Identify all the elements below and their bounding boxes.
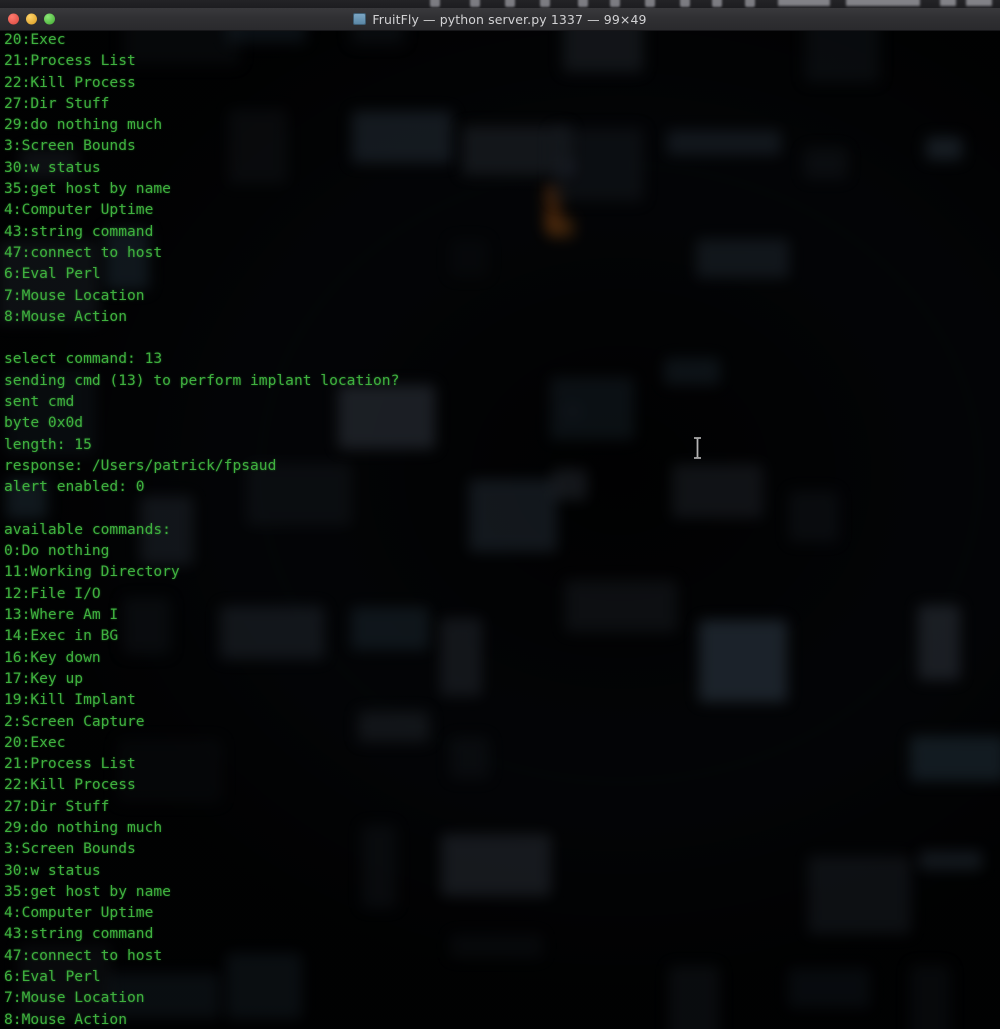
terminal-line: 47:connect to host: [4, 946, 163, 964]
terminal-line: 27:Dir Stuff: [4, 94, 110, 112]
menu-bar-status-icon[interactable]: [745, 0, 755, 7]
menu-bar-status-text[interactable]: [846, 0, 920, 6]
menu-bar-status-icon[interactable]: [578, 0, 588, 7]
terminal-line: sent cmd: [4, 393, 75, 411]
terminal-line: 19:Kill Implant: [4, 691, 136, 709]
minimize-button[interactable]: [26, 13, 37, 25]
menu-bar-status-icon[interactable]: [680, 0, 690, 7]
menu-bar-status-text[interactable]: [940, 0, 956, 6]
terminal-line: 6:Eval Perl: [4, 968, 101, 986]
terminal-line: 4:Computer Uptime: [4, 904, 154, 922]
terminal-output: 20:Exec 21:Process List 22:Kill Process 27:…: [4, 31, 399, 1029]
terminal-line: sending cmd (13) to perform implant loca…: [4, 371, 400, 389]
terminal-line: 6:Eval Perl: [4, 265, 101, 283]
terminal-line: 3:Screen Bounds: [4, 137, 136, 155]
terminal-line: 20:Exec: [4, 31, 66, 48]
menu-bar-status-icon[interactable]: [430, 0, 440, 7]
menu-bar-status-icon[interactable]: [712, 0, 722, 7]
terminal-line: 0:Do nothing: [4, 542, 110, 560]
terminal-line: alert enabled: 0: [4, 478, 145, 496]
macos-menu-bar: [0, 0, 1000, 8]
terminal-line: 7:Mouse Location: [4, 286, 145, 304]
menu-bar-status-icon[interactable]: [645, 0, 655, 7]
terminal-line: 8:Mouse Action: [4, 1010, 128, 1028]
terminal-line: 3:Screen Bounds: [4, 840, 136, 858]
terminal-line: 21:Process List: [4, 755, 136, 773]
menu-bar-status-text[interactable]: [966, 0, 992, 6]
menu-bar-status-icon[interactable]: [470, 0, 480, 7]
terminal-line: 29:do nothing much: [4, 116, 163, 134]
terminal-line: 35:get host by name: [4, 882, 171, 900]
terminal-line: byte 0x0d: [4, 414, 84, 432]
terminal-line: 16:Key down: [4, 648, 101, 666]
terminal-line: 8:Mouse Action: [4, 307, 128, 325]
app-window-icon: [353, 13, 367, 25]
terminal-line: length: 15: [4, 435, 92, 453]
terminal-line: 30:w status: [4, 158, 101, 176]
terminal-line: available commands:: [4, 520, 171, 538]
terminal-line: 2:Screen Capture: [4, 712, 145, 730]
window-title-group: FruitFly — python server.py 1337 — 99×49: [0, 8, 1000, 30]
terminal-body[interactable]: 20:Exec 21:Process List 22:Kill Process 27:…: [0, 31, 1000, 1029]
terminal-line: 22:Kill Process: [4, 776, 136, 794]
terminal-line: 27:Dir Stuff: [4, 797, 110, 815]
terminal-line: 35:get host by name: [4, 180, 171, 198]
terminal-line: response: /Users/patrick/fpsaud: [4, 456, 277, 474]
terminal-line: 13:Where Am I: [4, 606, 119, 624]
terminal-line: 22:Kill Process: [4, 73, 136, 91]
menu-bar-status-text[interactable]: [778, 0, 830, 6]
menu-bar-status-icon[interactable]: [540, 0, 550, 7]
terminal-line: 43:string command: [4, 222, 154, 240]
terminal-line: 30:w status: [4, 861, 101, 879]
close-button[interactable]: [8, 13, 19, 25]
menu-bar-status-icon[interactable]: [505, 0, 515, 7]
window-title: FruitFly — python server.py 1337 — 99×49: [372, 11, 647, 27]
menu-bar-status-icon[interactable]: [610, 0, 620, 7]
traffic-light-buttons[interactable]: [8, 13, 55, 25]
terminal-line: 12:File I/O: [4, 584, 101, 602]
terminal-line: 29:do nothing much: [4, 818, 163, 836]
terminal-line: 11:Working Directory: [4, 563, 180, 581]
zoom-button[interactable]: [44, 13, 55, 25]
terminal-line: 17:Key up: [4, 669, 84, 687]
terminal-line: 21:Process List: [4, 52, 136, 70]
terminal-line: select command: 13: [4, 350, 163, 368]
terminal-line: 7:Mouse Location: [4, 989, 145, 1007]
screen: FruitFly — python server.py 1337 — 99×49…: [0, 0, 1000, 1029]
terminal-line: 20:Exec: [4, 733, 66, 751]
terminal-line: 14:Exec in BG: [4, 627, 119, 645]
window-title-bar[interactable]: FruitFly — python server.py 1337 — 99×49: [0, 8, 1000, 31]
terminal-line: 47:connect to host: [4, 243, 163, 261]
terminal-line: 43:string command: [4, 925, 154, 943]
terminal-line: 4:Computer Uptime: [4, 201, 154, 219]
